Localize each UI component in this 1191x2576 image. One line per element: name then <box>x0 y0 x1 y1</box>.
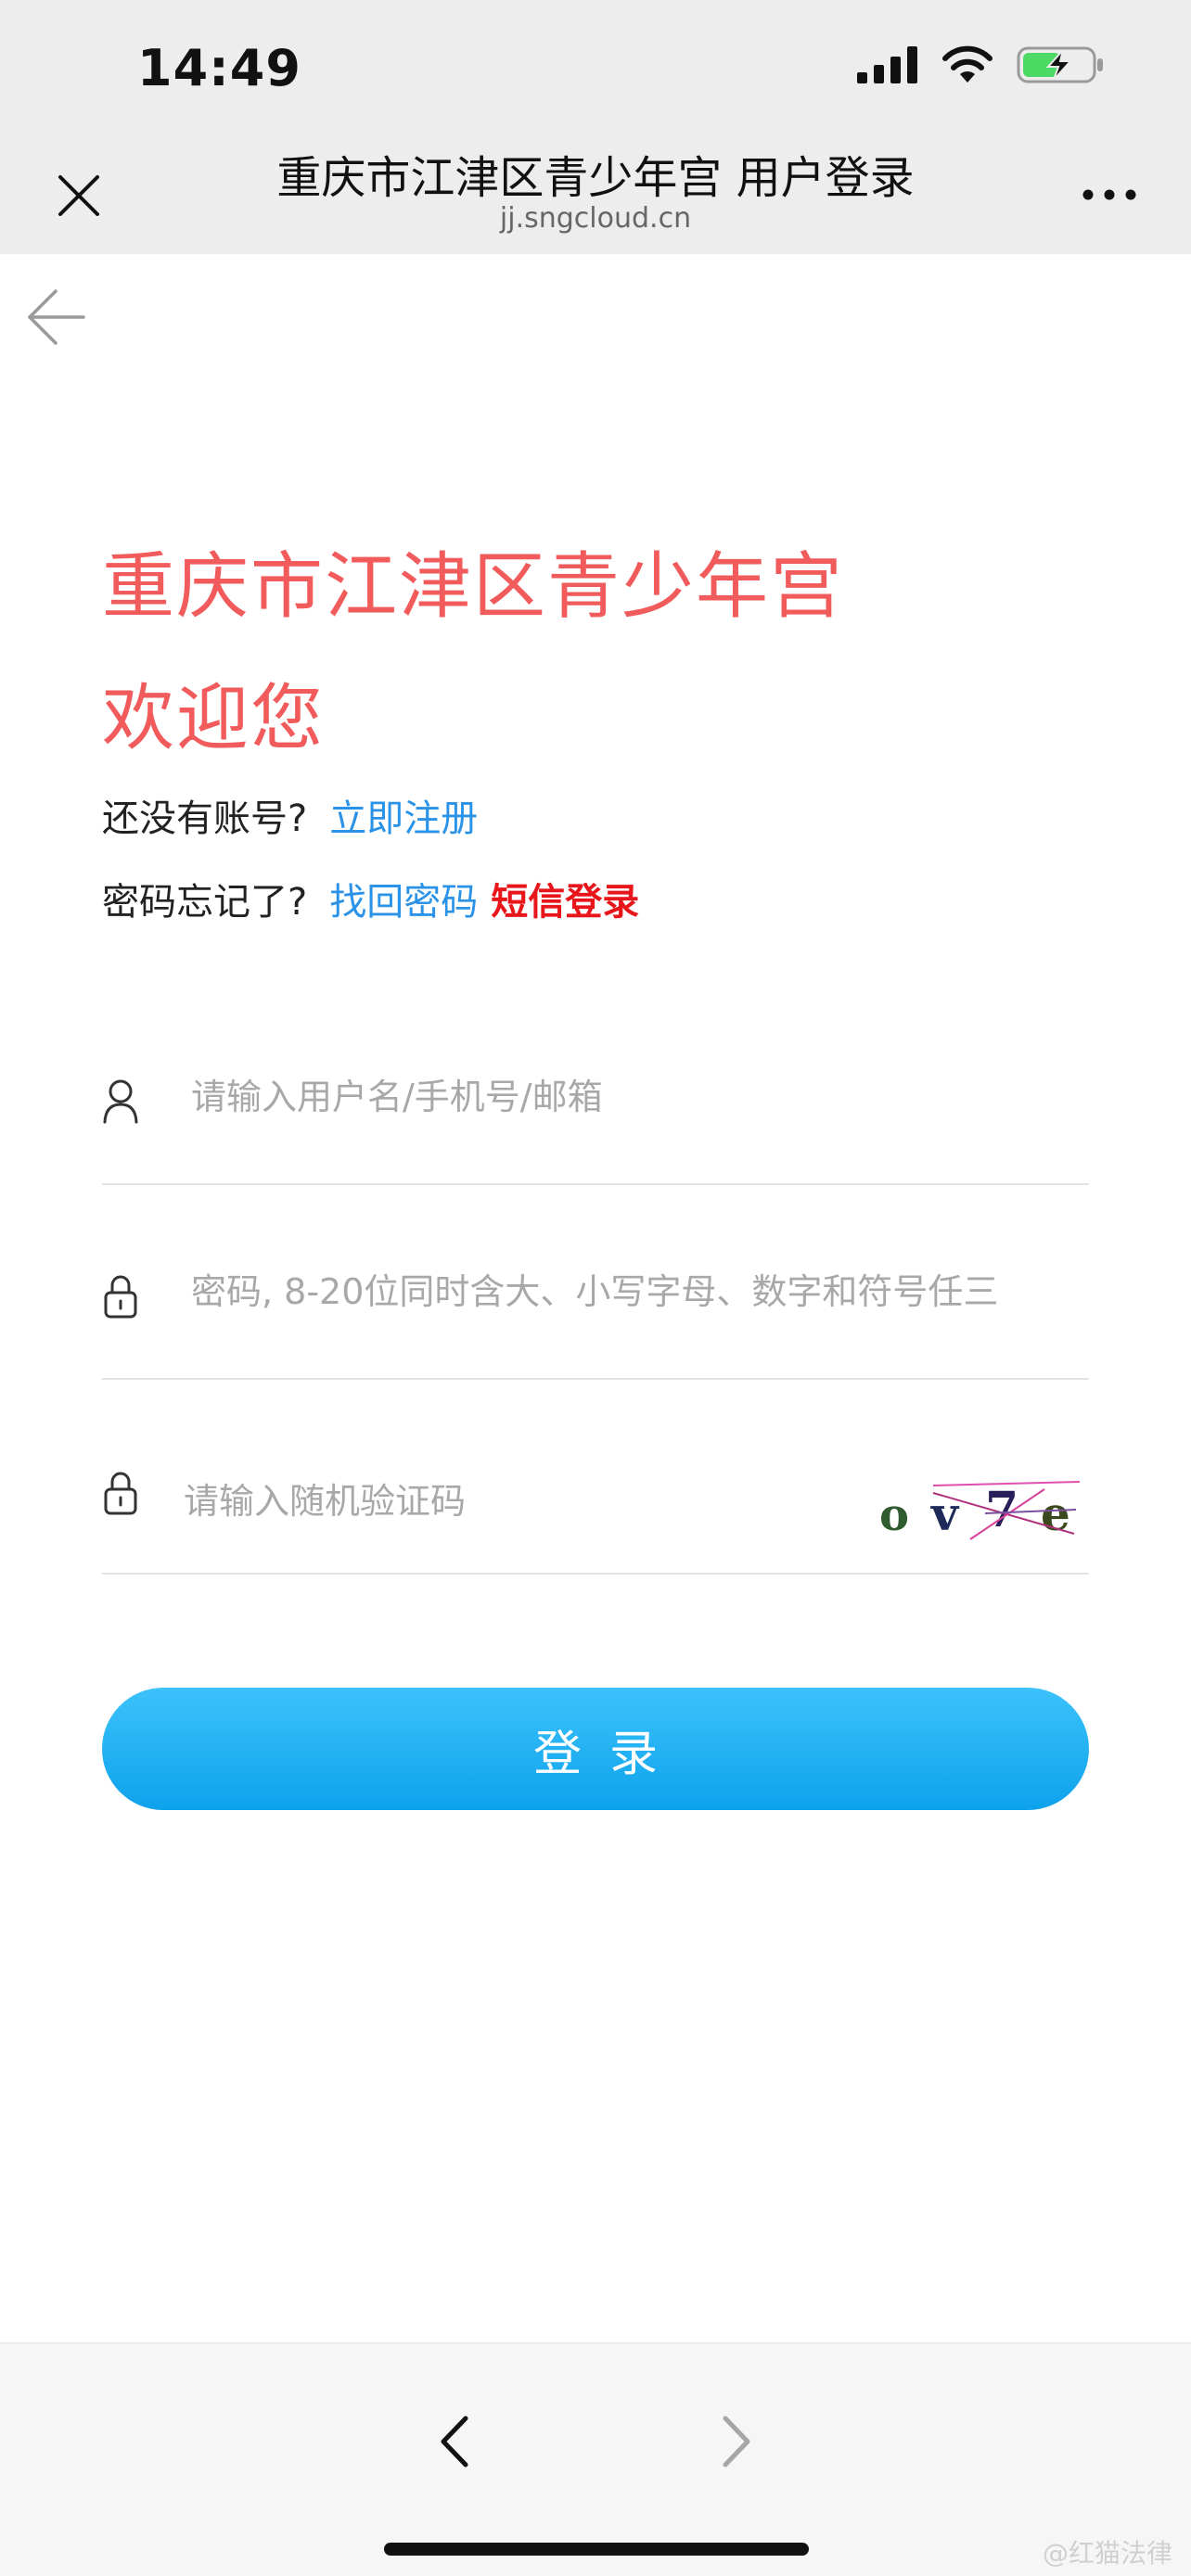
register-prompt: 还没有账号? <box>102 797 308 840</box>
watermark: @红猫法律 <box>1042 2538 1172 2569</box>
close-button[interactable] <box>46 163 111 228</box>
browser-chrome: 14:49 重庆市江津区青少年宫 用户登录 jj.sngcloud.cn <box>0 0 1191 254</box>
lock-icon <box>104 1275 137 1319</box>
welcome-heading: 欢迎您 <box>102 677 326 760</box>
status-bar: 14:49 <box>0 0 1191 139</box>
captcha-field: o v 7 e <box>102 1380 1089 1575</box>
browser-toolbar <box>0 2342 1191 2576</box>
register-link[interactable]: 立即注册 <box>329 797 478 840</box>
more-button[interactable] <box>1072 167 1146 223</box>
forgot-prompt: 密码忘记了? <box>102 881 308 924</box>
browser-title: 重庆市江津区青少年宫 用户登录 <box>276 152 915 204</box>
status-time: 14:49 <box>137 39 301 97</box>
wifi-icon <box>942 45 992 83</box>
close-icon <box>58 175 99 216</box>
svg-text:e: e <box>1041 1486 1070 1541</box>
username-input[interactable] <box>189 1065 1061 1129</box>
chevron-right-icon <box>723 2416 750 2468</box>
svg-text:o: o <box>879 1489 909 1541</box>
captcha-image[interactable]: o v 7 e <box>877 1473 1082 1547</box>
password-input[interactable] <box>189 1259 1061 1324</box>
toolbar-forward-button[interactable] <box>703 2409 768 2474</box>
password-field <box>102 1185 1089 1380</box>
username-field <box>102 990 1089 1185</box>
more-dots-icon <box>1082 189 1136 200</box>
forgot-row: 密码忘记了? 找回密码 短信登录 <box>102 872 639 925</box>
user-icon <box>103 1079 138 1124</box>
svg-text:v: v <box>930 1486 960 1541</box>
chevron-left-icon <box>441 2416 468 2468</box>
status-icons <box>857 45 1106 85</box>
register-row: 还没有账号? 立即注册 <box>102 788 478 842</box>
browser-domain: jj.sngcloud.cn <box>499 202 692 235</box>
page-back-button[interactable] <box>22 284 89 351</box>
toolbar-back-button[interactable] <box>423 2409 488 2474</box>
captcha-input[interactable] <box>182 1469 850 1534</box>
login-button[interactable]: 登录 <box>102 1688 1089 1810</box>
brand-title: 重庆市江津区青少年宫 <box>102 545 845 629</box>
cellular-signal-icon <box>857 46 917 83</box>
forgot-password-link[interactable]: 找回密码 <box>329 881 478 924</box>
arrow-left-icon <box>28 289 85 345</box>
sms-login-link[interactable]: 短信登录 <box>491 881 639 924</box>
lock-icon <box>104 1472 137 1515</box>
home-indicator[interactable] <box>384 2543 809 2556</box>
browser-nav-bar: 重庆市江津区青少年宫 用户登录 jj.sngcloud.cn <box>0 139 1191 254</box>
battery-charging-icon <box>1017 46 1103 83</box>
